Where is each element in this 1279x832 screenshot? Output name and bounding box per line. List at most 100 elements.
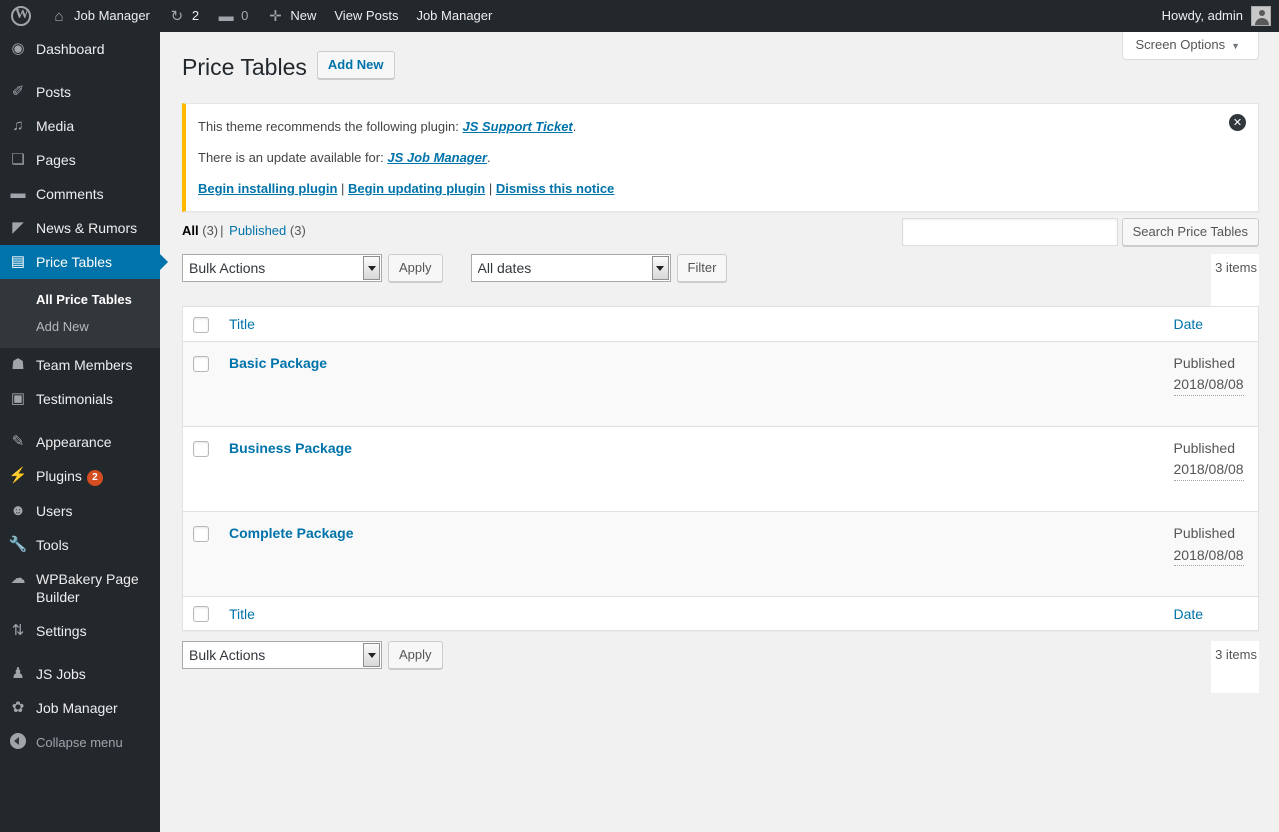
price-tables-list: Title Date Basic Package Published 2018/08… xyxy=(182,306,1259,632)
close-circle-icon[interactable]: ✕ xyxy=(1229,114,1246,131)
dismiss-this-notice-link[interactable]: Dismiss this notice xyxy=(496,181,614,196)
select-all-checkbox-bottom[interactable] xyxy=(193,606,209,623)
user-avatar-icon[interactable] xyxy=(1251,6,1271,26)
tablenav-bottom: Bulk Actions Apply 3 items xyxy=(182,639,1259,694)
comment-bubble-icon: ▬ xyxy=(218,7,234,25)
sidebar-item-label: Pages xyxy=(36,152,76,168)
column-header-date: Date xyxy=(1163,306,1259,342)
media-icon: ♫ xyxy=(12,117,24,134)
row-title-link[interactable]: Basic Package xyxy=(229,355,327,371)
cloud-icon: ☁ xyxy=(10,570,26,587)
sidebar-item-price-tables[interactable]: ▤ Price Tables xyxy=(0,245,168,279)
filter-published-link[interactable]: Published xyxy=(229,223,286,238)
row-status-label: Published xyxy=(1173,354,1236,371)
js-support-ticket-link[interactable]: JS Support Ticket xyxy=(462,119,572,134)
collapse-menu-button[interactable]: Collapse menu xyxy=(0,725,160,760)
row-title-cell: Business Package xyxy=(219,425,1164,512)
sidebar-item-comments[interactable]: ▬ Comments xyxy=(0,177,160,211)
select-all-header xyxy=(182,306,219,342)
job-manager-link[interactable]: Job Manager xyxy=(407,0,501,32)
displaying-num-bottom: 3 items xyxy=(1213,641,1259,694)
sidebar-item-team-members[interactable]: ☗ Team Members xyxy=(0,348,160,382)
views-and-search-row: All (3) | Published (3) Search Price Tabl… xyxy=(182,212,1259,247)
row-title-link[interactable]: Business Package xyxy=(229,440,352,456)
js-job-manager-link[interactable]: JS Job Manager xyxy=(387,150,487,165)
screen-meta-links: Screen Options ▼ xyxy=(1122,32,1259,60)
filter-all-count: (3) xyxy=(202,223,219,239)
sidebar-item-dashboard[interactable]: ◉ Dashboard xyxy=(0,32,160,66)
sidebar-item-posts[interactable]: ✐ Posts xyxy=(0,75,160,109)
sidebar-item-job-manager[interactable]: ✿ Job Manager xyxy=(0,691,160,725)
begin-updating-plugin-link[interactable]: Begin updating plugin xyxy=(348,181,485,196)
filter-all-link[interactable]: All xyxy=(182,223,199,238)
date-filter-select[interactable]: All dates xyxy=(470,254,671,283)
screen-options-tab[interactable]: Screen Options ▼ xyxy=(1122,32,1259,60)
site-name-menu[interactable]: ⌂ Job Manager xyxy=(41,0,159,32)
bulk-actions-select-wrap-top: Bulk Actions xyxy=(182,254,382,283)
sidebar-item-users[interactable]: ☻ Users xyxy=(0,494,160,528)
notice-line-1-tail: . xyxy=(572,118,577,134)
sidebar-submenu: All Price Tables Add New xyxy=(0,279,160,348)
row-date-value: 2018/08/08 xyxy=(1173,375,1244,396)
bulk-actions-select-top[interactable]: Bulk Actions xyxy=(182,254,382,283)
howdy-label[interactable]: Howdy, admin xyxy=(1162,0,1251,32)
submenu-item-add-new[interactable]: Add New xyxy=(0,313,160,340)
row-select-checkbox[interactable] xyxy=(193,441,209,458)
apply-button-bottom[interactable]: Apply xyxy=(388,641,443,670)
sidebar-item-plugins[interactable]: ⚡ Plugins 2 xyxy=(0,459,160,494)
wordpress-logo-icon xyxy=(11,5,31,26)
sidebar-item-label: Dashboard xyxy=(36,41,105,57)
filter-published: Published (3) xyxy=(229,223,306,238)
notice-sep-2: | xyxy=(485,181,496,197)
select-all-checkbox-top[interactable] xyxy=(193,316,209,333)
apply-button-top[interactable]: Apply xyxy=(388,254,443,283)
filter-all: All (3) | xyxy=(182,223,226,238)
sidebar-item-testimonials[interactable]: ▣ Testimonials xyxy=(0,382,160,416)
row-select-checkbox[interactable] xyxy=(193,526,209,543)
column-header-title: Title xyxy=(219,306,1164,342)
sidebar-item-pages[interactable]: ❏ Pages xyxy=(0,143,160,177)
notice-line-2: There is an update available for: JS Job… xyxy=(198,148,1246,168)
table-row: Complete Package Published 2018/08/08 xyxy=(182,510,1259,597)
bulk-actions-select-bottom[interactable]: Bulk Actions xyxy=(182,641,382,670)
plugin-recommendation-notice: ✕ This theme recommends the following pl… xyxy=(182,103,1259,213)
row-date-cell: Published 2018/08/08 xyxy=(1163,425,1259,512)
sidebar-item-appearance[interactable]: ✎ Appearance xyxy=(0,425,160,459)
sidebar-item-news-rumors[interactable]: ◤ News & Rumors xyxy=(0,211,160,245)
job-manager-label: Job Manager xyxy=(416,8,493,23)
bulk-actions-select-wrap-bottom: Bulk Actions xyxy=(182,641,382,670)
sidebar-item-settings[interactable]: ⇅ Settings xyxy=(0,614,160,648)
sort-by-title-link-top[interactable]: Title xyxy=(229,316,255,332)
row-select-checkbox[interactable] xyxy=(193,355,209,372)
table-row: Business Package Published 2018/08/08 xyxy=(182,425,1259,512)
add-new-button[interactable]: Add New xyxy=(316,51,395,79)
sort-by-date-link-top[interactable]: Date xyxy=(1174,316,1204,332)
sidebar-item-js-jobs[interactable]: ♟ JS Jobs xyxy=(0,657,160,691)
begin-installing-plugin-link[interactable]: Begin installing plugin xyxy=(198,181,337,196)
sidebar-item-media[interactable]: ♫ Media xyxy=(0,109,160,143)
search-box: Search Price Tables xyxy=(901,212,1259,247)
screen-options-label: Screen Options xyxy=(1135,37,1226,52)
submenu-item-all-price-tables[interactable]: All Price Tables xyxy=(0,286,160,313)
sort-by-date-link-bottom[interactable]: Date xyxy=(1174,606,1204,622)
sidebar-item-label: Price Tables xyxy=(36,254,113,270)
gear-icon: ✿ xyxy=(11,699,25,716)
table-head: Title Date xyxy=(182,306,1259,342)
view-posts-link[interactable]: View Posts xyxy=(325,0,407,32)
price-table-icon: ▤ xyxy=(10,253,26,270)
row-title-link[interactable]: Complete Package xyxy=(229,525,354,541)
collapse-arrow-icon xyxy=(0,733,36,752)
filter-button[interactable]: Filter xyxy=(676,254,728,283)
search-price-tables-button[interactable]: Search Price Tables xyxy=(1121,218,1259,247)
group-icon: ☗ xyxy=(11,356,25,373)
site-name-label: Job Manager xyxy=(74,8,150,23)
comments-menu[interactable]: ▬ 0 xyxy=(208,0,257,32)
sidebar-item-wpbakery-page-builder[interactable]: ☁ WPBakery Page Builder xyxy=(0,562,160,614)
wordpress-logo-button[interactable] xyxy=(0,0,41,32)
sidebar-item-tools[interactable]: 🔧 Tools xyxy=(0,528,160,562)
page-title: Price Tables xyxy=(182,54,307,80)
updates-menu[interactable]: ↻ 2 xyxy=(159,0,208,32)
new-content-menu[interactable]: ✛ New xyxy=(257,0,325,32)
search-input[interactable] xyxy=(901,218,1118,247)
sort-by-title-link-bottom[interactable]: Title xyxy=(229,606,255,622)
